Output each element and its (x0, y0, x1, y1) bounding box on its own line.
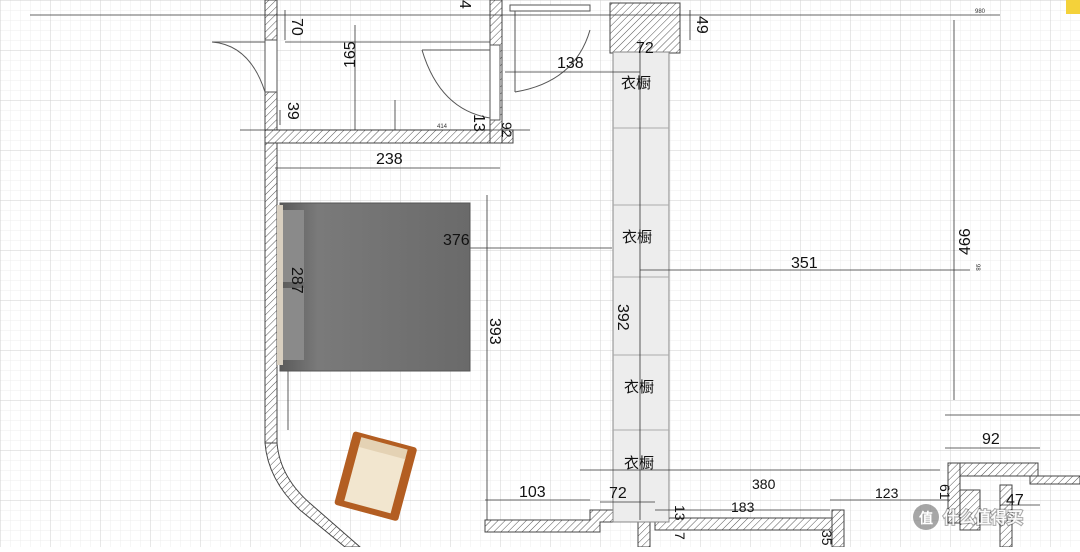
wardrobe-column (612, 51, 670, 523)
dim-92: 92 (982, 431, 1000, 448)
dim-98: 98 (974, 264, 980, 271)
dim-138: 138 (557, 55, 584, 72)
dim-103: 103 (519, 484, 546, 501)
floorplan-canvas: 70 4 165 39 138 72 49 13 92 414 238 376 … (0, 0, 1080, 548)
dim-392: 392 (614, 304, 631, 331)
pillow (280, 288, 304, 360)
dim-183: 183 (731, 499, 755, 515)
wardrobe-label: 衣橱 (621, 75, 651, 92)
wall (264, 142, 278, 444)
dim-287: 287 (288, 267, 305, 294)
wardrobe-label: 衣橱 (624, 379, 654, 396)
corner-marker (1066, 0, 1080, 14)
dim-72-bottom: 72 (609, 485, 627, 502)
dim-70: 70 (288, 18, 305, 36)
dim-980: 980 (975, 9, 986, 15)
dim-13-bottom: 13 (672, 505, 688, 521)
wall (264, 129, 514, 144)
dim-39: 39 (284, 102, 301, 120)
dim-380: 380 (752, 476, 776, 492)
dim-466: 466 (957, 228, 974, 255)
floorplan-svg: 70 4 165 39 138 72 49 13 92 414 238 376 … (0, 0, 1080, 548)
bed-frame (279, 202, 471, 372)
dim-61: 61 (937, 484, 953, 500)
dim-351: 351 (791, 255, 818, 272)
svg-text:值: 值 (919, 510, 933, 526)
wall (264, 91, 278, 135)
wardrobe-label: 衣橱 (624, 455, 654, 472)
wall (1029, 475, 1080, 485)
dim-4: 4 (456, 0, 473, 9)
dim-238: 238 (376, 151, 403, 168)
dim-49: 49 (693, 16, 710, 34)
dim-123: 123 (875, 485, 899, 501)
dim-92-small: 92 (499, 122, 515, 138)
wardrobe-label: 衣橱 (622, 229, 652, 246)
dim-165: 165 (342, 41, 359, 68)
dim-376: 376 (443, 232, 470, 249)
dim-72-top: 72 (636, 40, 654, 57)
dim-13-top: 13 (470, 114, 487, 132)
watermark-text: 什么值得买 (943, 508, 1023, 527)
dim-393: 393 (486, 318, 503, 345)
wall (947, 462, 1039, 477)
dim-414: 414 (437, 124, 448, 130)
dim-35: 35 (819, 530, 835, 546)
grid-background (0, 0, 1080, 547)
dim-47: 47 (1006, 492, 1024, 509)
dim-7: 7 (672, 532, 688, 540)
